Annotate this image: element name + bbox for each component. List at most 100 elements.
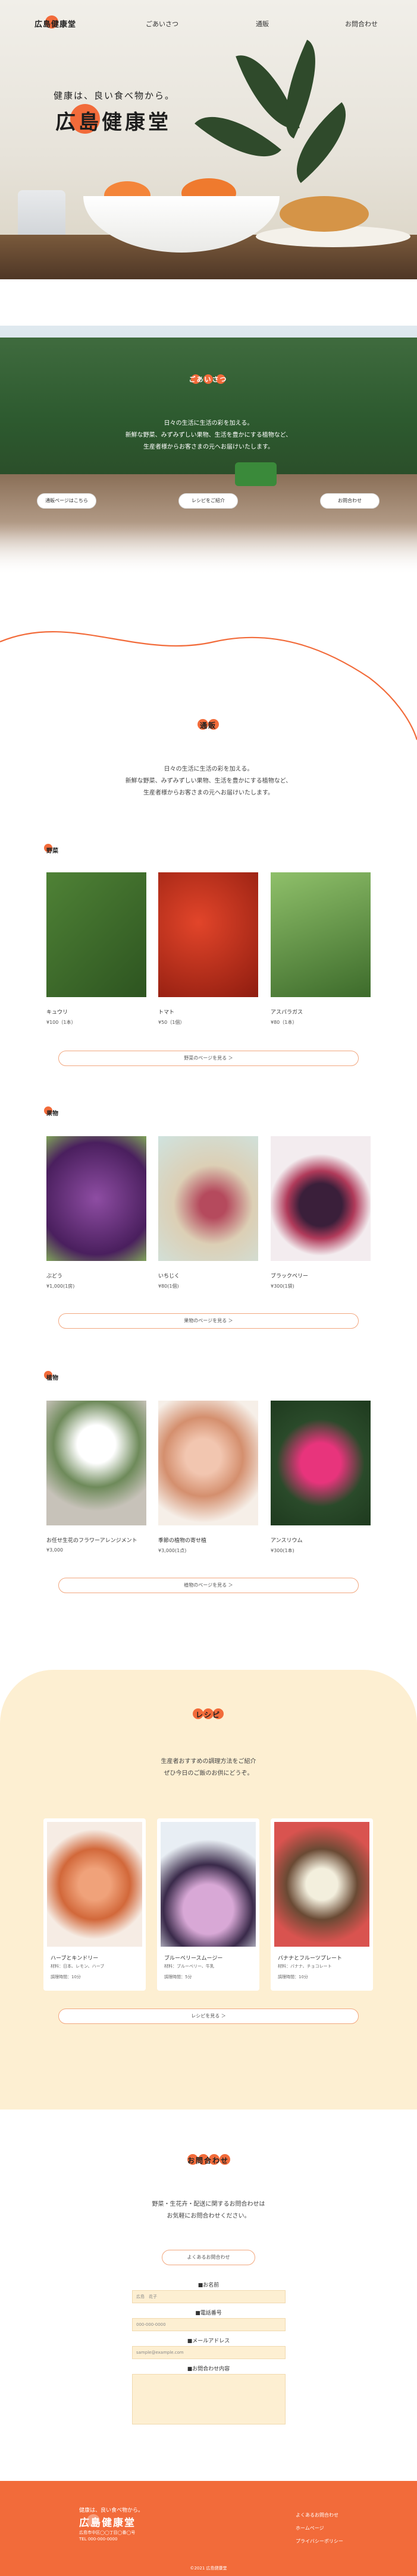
product-card[interactable]: アンスリウム ¥300(1本) bbox=[271, 1401, 371, 1554]
recipe-card[interactable]: ブルーベリースムージー 材料：ブルーベリー、牛乳 調理時間：5分 bbox=[157, 1818, 259, 1991]
message-field[interactable] bbox=[132, 2374, 286, 2424]
contact-text: 野菜・生花卉・配送に関するお問合わせは bbox=[152, 2201, 265, 2208]
product-image bbox=[158, 1136, 258, 1261]
vegetables-more-button[interactable]: 野菜のページを見る ＞ bbox=[58, 1051, 359, 1066]
recipe-text: 生産者おすすめの調理方法をご紹介 bbox=[161, 1758, 256, 1765]
product-price: ¥1,000(1房) bbox=[46, 1284, 75, 1289]
contact-title: お問合わせ bbox=[181, 2154, 235, 2166]
forest-image bbox=[0, 338, 417, 474]
product-name: いちじく bbox=[158, 1273, 180, 1279]
product-image bbox=[271, 1401, 371, 1525]
product-card[interactable]: アスパラガス ¥80（1本） bbox=[271, 872, 371, 1026]
product-name: ブラックベリー bbox=[271, 1273, 309, 1279]
site-logo[interactable]: 広島健康堂 bbox=[35, 15, 76, 29]
recipe-ingredients: 材料：バナナ、チョコレート bbox=[278, 1964, 332, 1969]
footer-link-home[interactable]: ホームページ bbox=[296, 2525, 324, 2531]
product-name: トマト bbox=[158, 1010, 175, 1016]
product-image bbox=[46, 1136, 146, 1261]
tractor-image bbox=[235, 462, 277, 486]
plant-image bbox=[195, 36, 365, 214]
recipe-text: ぜひ今日のご飯のお供にどうぞ。 bbox=[164, 1770, 253, 1777]
product-price: ¥300(1本) bbox=[271, 1548, 294, 1553]
product-price: ¥300(1袋) bbox=[271, 1284, 294, 1289]
hero-brand: 広島健康堂 bbox=[55, 111, 171, 134]
product-name: アスパラガス bbox=[271, 1010, 303, 1016]
contact-text: お気軽にお問合わせください。 bbox=[167, 2213, 250, 2219]
footer-copyright: ©2021 広島健康堂 bbox=[190, 2566, 227, 2571]
fruits-more-button[interactable]: 果物のページを見る ＞ bbox=[58, 1313, 359, 1329]
shop-link-button[interactable]: 通販ページはこちら bbox=[37, 493, 96, 509]
greeting-text: 日々の生活に生活の彩を加える。 bbox=[164, 420, 253, 427]
footer-brand: 広島健康堂 bbox=[79, 2517, 136, 2529]
footer-link-faq[interactable]: よくあるお問合わせ bbox=[296, 2512, 338, 2518]
footer-link-privacy[interactable]: プライバシーポリシー bbox=[296, 2538, 343, 2545]
phone-label: ■電話番号 bbox=[195, 2310, 222, 2316]
contact-link-button[interactable]: お問合わせ bbox=[320, 493, 380, 509]
greeting-section: ごあいさつ 日々の生活に生活の彩を加える。 新鮮な野菜、みずみずしい果物、生活を… bbox=[0, 326, 417, 575]
product-image bbox=[158, 1401, 258, 1525]
recipe-time: 調理時間：10分 bbox=[51, 1975, 81, 1979]
plants-more-button[interactable]: 植物のページを見る ＞ bbox=[58, 1578, 359, 1593]
product-name: ぶどう bbox=[46, 1273, 63, 1279]
product-name: キュウリ bbox=[46, 1010, 68, 1016]
name-label: ■お名前 bbox=[197, 2282, 220, 2288]
product-card[interactable]: キュウリ ¥100（1本） bbox=[46, 872, 146, 1026]
product-card[interactable]: 季節の植物の寄せ植 ¥3,000(1点) bbox=[158, 1401, 258, 1554]
greeting-title: ごあいさつ bbox=[189, 374, 228, 384]
message-label: ■お問合わせ内容 bbox=[187, 2366, 230, 2372]
product-price: ¥3,000(1点) bbox=[158, 1548, 187, 1553]
product-image bbox=[158, 872, 258, 997]
recipe-card[interactable]: バナナとフルーツプレート 材料：バナナ、チョコレート 調理時間：10分 bbox=[271, 1818, 373, 1991]
recipe-image bbox=[274, 1822, 369, 1947]
recipe-time: 調理時間：5分 bbox=[164, 1975, 192, 1979]
category-fruits: 果物 bbox=[44, 1106, 58, 1117]
product-price: ¥80(1個) bbox=[158, 1284, 179, 1289]
product-price: ¥100（1本） bbox=[46, 1020, 76, 1025]
shop-text: 新鮮な野菜、みずみずしい果物、生活を豊かにする植物など、 bbox=[125, 778, 292, 784]
product-image bbox=[46, 872, 146, 997]
name-field[interactable]: 広島 花子 bbox=[132, 2290, 286, 2303]
recipe-name: バナナとフルーツプレート bbox=[278, 1956, 342, 1962]
product-image bbox=[271, 872, 371, 997]
greeting-text: 新鮮な野菜、みずみずしい果物、生活を豊かにする植物など、 bbox=[125, 432, 292, 439]
product-name: 季節の植物の寄せ植 bbox=[158, 1538, 207, 1544]
product-name: アンスリウム bbox=[271, 1538, 303, 1544]
nav-shop[interactable]: 通販 bbox=[256, 19, 269, 29]
recipe-ingredients: 材料：日本、レモン、ハーブ bbox=[51, 1964, 105, 1969]
recipe-time: 調理時間：10分 bbox=[278, 1975, 308, 1979]
recipe-name: ハーブとキンドリー bbox=[51, 1956, 99, 1962]
product-card[interactable]: トマト ¥50（1個） bbox=[158, 872, 258, 1026]
footer-tagline: 健康は、良い食べ物から。 bbox=[79, 2508, 144, 2514]
category-vegetables: 野菜 bbox=[44, 844, 58, 855]
nav-contact[interactable]: お問合わせ bbox=[345, 19, 378, 29]
product-card[interactable]: ブラックベリー ¥300(1袋) bbox=[271, 1136, 371, 1289]
product-price: ¥80（1本） bbox=[271, 1020, 297, 1025]
product-card[interactable]: いちじく ¥80(1個) bbox=[158, 1136, 258, 1289]
recipe-ingredients: 材料：ブルーベリー、牛乳 bbox=[164, 1964, 214, 1969]
product-price: ¥50（1個） bbox=[158, 1020, 185, 1025]
product-name: お任せ生花のフラワーアレンジメント bbox=[46, 1538, 137, 1544]
greeting-text: 生産者様からお客さまの元へお届けいたします。 bbox=[143, 444, 274, 450]
site-header: 広島健康堂 ごあいさつ 通販 お問合わせ bbox=[0, 0, 417, 48]
phone-field[interactable]: 000-000-0000 bbox=[132, 2318, 286, 2331]
product-card[interactable]: ぶどう ¥1,000(1房) bbox=[46, 1136, 146, 1289]
footer-phone: TEL 000-000-0000 bbox=[79, 2537, 118, 2542]
recipe-more-button[interactable]: レシピを見る ＞ bbox=[58, 2009, 359, 2024]
email-label: ■メールアドレス bbox=[187, 2338, 230, 2344]
bread-image bbox=[280, 196, 369, 232]
site-footer: 健康は、良い食べ物から。 広島健康堂 広島市中区◯◯丁目◯番◯号 TEL 000… bbox=[0, 2481, 417, 2576]
recipe-link-button[interactable]: レシピをご紹介 bbox=[178, 493, 238, 509]
category-plants: 植物 bbox=[44, 1371, 58, 1382]
recipe-image bbox=[161, 1822, 256, 1947]
hero-tagline: 健康は、良い食べ物から。 bbox=[54, 90, 175, 101]
recipe-card[interactable]: ハーブとキンドリー 材料：日本、レモン、ハーブ 調理時間：10分 bbox=[43, 1818, 146, 1991]
faq-button[interactable]: よくあるお問合わせ bbox=[162, 2250, 255, 2265]
email-field[interactable]: sample@example.com bbox=[132, 2346, 286, 2359]
footer-address: 広島市中区◯◯丁目◯番◯号 bbox=[79, 2530, 136, 2535]
shop-text: 生産者様からお客さまの元へお届けいたします。 bbox=[143, 790, 274, 796]
product-price: ¥3,000 bbox=[46, 1547, 63, 1553]
product-image bbox=[46, 1401, 146, 1525]
product-card[interactable]: お任せ生花のフラワーアレンジメント ¥3,000 bbox=[46, 1401, 146, 1553]
product-image bbox=[271, 1136, 371, 1261]
nav-greeting[interactable]: ごあいさつ bbox=[146, 19, 178, 29]
